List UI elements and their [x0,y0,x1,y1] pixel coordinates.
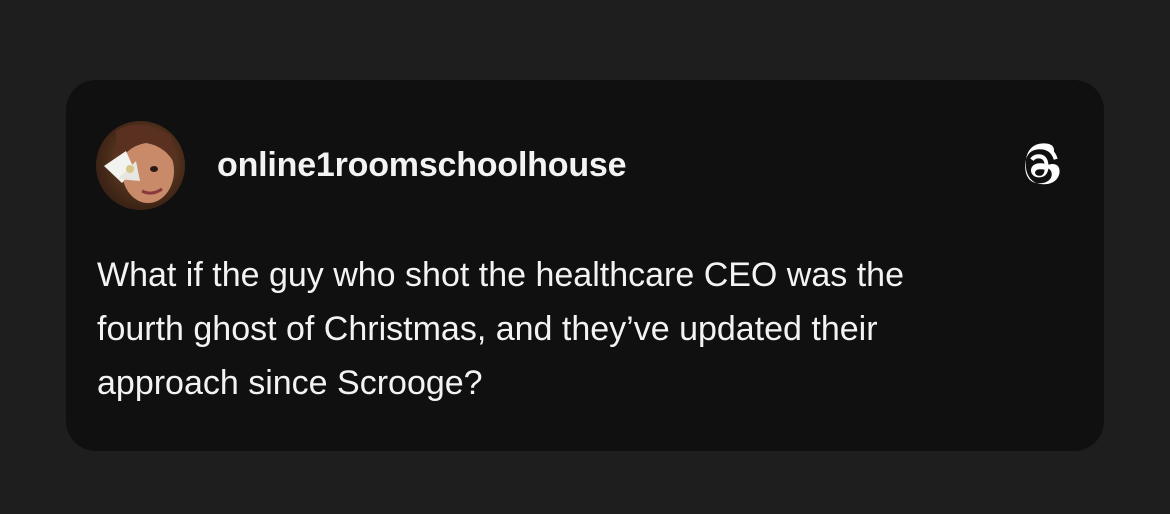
post-card: online1roomschoolhouse What if the guy w… [66,80,1104,451]
avatar-image [96,120,185,210]
post-header: online1roomschoolhouse [96,120,1074,210]
threads-icon[interactable] [1018,140,1068,190]
avatar[interactable] [96,120,185,210]
username[interactable]: online1roomschoolhouse [217,146,627,185]
post-text: What if the guy who shot the healthcare … [97,256,904,402]
